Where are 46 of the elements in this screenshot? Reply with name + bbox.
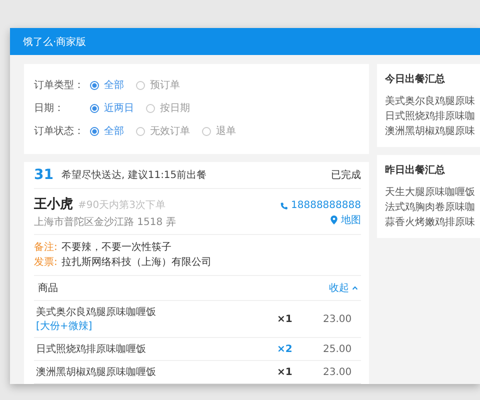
item-quantity: ×2 xyxy=(277,344,294,354)
item-price: 25.00 xyxy=(323,344,353,354)
radio-option[interactable]: 退单 xyxy=(202,124,236,138)
phone-icon xyxy=(280,202,288,210)
summary-item: 蒜香火烤嫩鸡排原味 xyxy=(385,216,476,230)
map-link[interactable]: 地图 xyxy=(330,213,361,227)
summary-item: 法式鸡胸肉卷原味咖 xyxy=(385,200,476,215)
filter-label: 日期： xyxy=(34,102,65,115)
item-name: 日式照烧鸡排原味咖喱饭 xyxy=(36,342,147,356)
item-name: 澳洲黑胡椒鸡腿原味咖喱饭 xyxy=(36,366,157,379)
summary-title: 今日出餐汇总 xyxy=(385,72,446,86)
summary-item: 天生大腿原味咖喱饭 xyxy=(385,186,476,200)
filter-label: 订单状态： xyxy=(34,124,85,138)
collapse-link[interactable]: 收起 xyxy=(329,281,358,295)
phone-link[interactable]: 18888888888 xyxy=(280,200,361,211)
remark-text: 拉扎斯网络科技（上海）有限公司 xyxy=(61,256,212,270)
item-name: 美式奥尔良鸡腿原味咖喱饭 xyxy=(36,306,157,319)
customer-name: 王小虎 xyxy=(34,196,73,213)
remark-text: 不要辣，不要一次性筷子 xyxy=(61,240,172,255)
radio-option[interactable]: 预订单 xyxy=(136,78,180,92)
item-price: 23.00 xyxy=(323,314,353,324)
radio-option[interactable]: 无效订单 xyxy=(136,124,190,138)
order-number: 31 xyxy=(34,167,54,183)
caret-up-icon xyxy=(352,286,358,290)
item-spec: [大份+微辣] xyxy=(36,320,94,333)
summary-item: 澳洲黑胡椒鸡腿原味 xyxy=(385,124,476,139)
goods-heading: 商品 xyxy=(38,282,58,295)
item-price: 23.00 xyxy=(323,366,353,378)
remark-label: 发票: xyxy=(34,256,58,270)
location-pin-icon xyxy=(330,215,338,225)
item-quantity: ×1 xyxy=(277,366,294,378)
order-status: 已完成 xyxy=(331,168,361,182)
radio-option[interactable]: 按日期 xyxy=(146,101,190,115)
filter-label: 订单类型： xyxy=(34,78,85,92)
summary-title: 昨日出餐汇总 xyxy=(385,164,446,177)
radio-option[interactable]: 全部 xyxy=(90,124,124,138)
customer-address: 上海市普陀区金沙江路 1518 弄 xyxy=(34,216,176,229)
order-note: 希望尽快送达, 建议11:15前出餐 xyxy=(61,168,208,182)
radio-option[interactable]: 全部 xyxy=(90,78,124,92)
remark-label: 备注: xyxy=(34,240,58,255)
summary-item: 美式奥尔良鸡腿原味 xyxy=(385,94,476,109)
radio-option[interactable]: 近两日 xyxy=(90,101,134,115)
customer-tag: #90天内第3次下单 xyxy=(78,198,166,212)
item-quantity: ×1 xyxy=(277,314,294,324)
summary-item: 日式照烧鸡排原味咖 xyxy=(385,110,476,124)
window-title: 饿了么·商家版 xyxy=(23,36,86,48)
